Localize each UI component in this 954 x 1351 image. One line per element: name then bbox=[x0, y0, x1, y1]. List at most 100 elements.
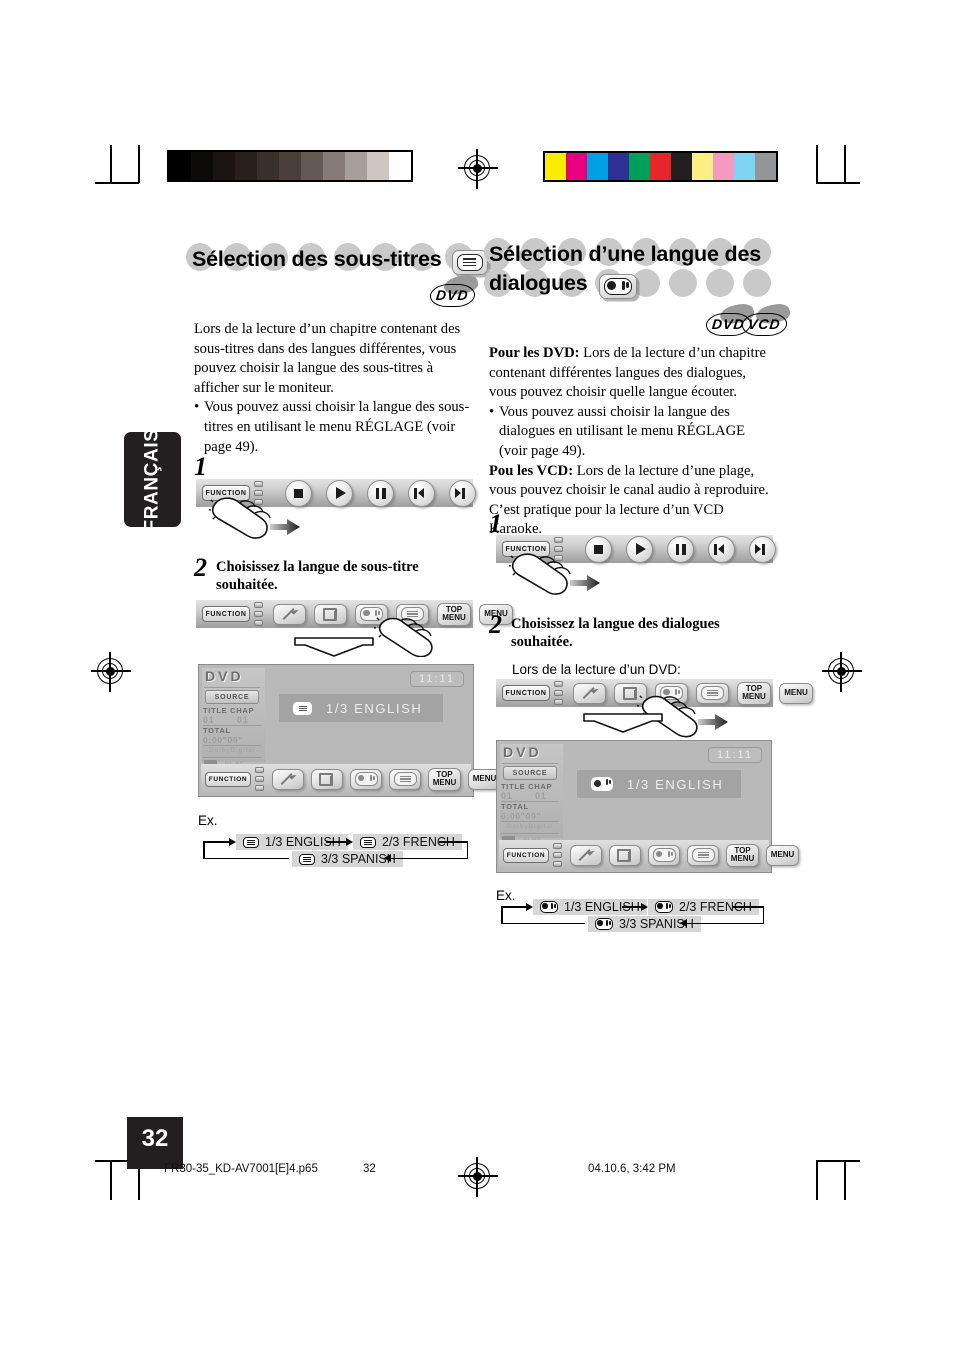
left-example-arrow-2 bbox=[346, 837, 353, 846]
menu-button[interactable]: MENU bbox=[779, 682, 813, 704]
subtitle-icon bbox=[360, 836, 376, 848]
led-indicators bbox=[254, 602, 263, 626]
left-step-2-text: Choisissez la langue de sous-titre souha… bbox=[216, 559, 419, 593]
right-para-0: Pour les DVD: Lors de la lecture d’un ch… bbox=[489, 344, 777, 364]
previous-button[interactable] bbox=[708, 535, 735, 563]
right-screen-dolby-label: DolbyDigital bbox=[507, 823, 554, 830]
play-button[interactable] bbox=[326, 479, 353, 507]
grayscale-calibration-bar bbox=[167, 150, 413, 182]
angle-button[interactable] bbox=[314, 603, 347, 625]
left-example-label: Ex. bbox=[198, 813, 218, 828]
left-screen-title-value: 01 bbox=[203, 715, 215, 725]
crop-mark-tr-v bbox=[816, 145, 818, 183]
led-indicators bbox=[554, 681, 563, 705]
angle-button[interactable] bbox=[311, 768, 343, 790]
right-para-0-rest: Lors de la lecture d’un chapitre bbox=[579, 345, 766, 361]
registration-mark-bottom bbox=[458, 1157, 498, 1197]
right-para2-0: Pou les VCD: Lors de la lecture d’une pl… bbox=[489, 462, 777, 482]
left-step-1-number: 1 bbox=[194, 452, 207, 481]
zoom-button[interactable] bbox=[570, 844, 602, 866]
page-number-box: 32 bbox=[127, 1117, 183, 1169]
led-indicators bbox=[553, 843, 562, 867]
right-screen-total-value: 0:00"09" bbox=[501, 811, 542, 821]
left-heading: Sélection des sous-titres bbox=[192, 247, 488, 275]
stop-icon bbox=[594, 544, 603, 554]
left-screen-osd: 1/3 ENGLISH bbox=[279, 694, 443, 722]
right-para2-0-lead: Pou les VCD: bbox=[489, 462, 574, 479]
color-swatch bbox=[566, 153, 587, 180]
zoom-button[interactable] bbox=[573, 682, 606, 704]
right-screen-source-button[interactable]: SOURCE bbox=[503, 766, 557, 780]
right-screen-bottom-bar: FUNCTION TOP MENU MENU bbox=[499, 840, 799, 870]
function-button[interactable]: FUNCTION bbox=[205, 771, 251, 787]
crop-mark-tl-v2 bbox=[138, 145, 140, 183]
left-step-2-number: 2 bbox=[194, 553, 207, 582]
angle-icon bbox=[617, 848, 633, 862]
registration-mark-top bbox=[458, 149, 498, 189]
left-screen-title-chap-label: TITLE CHAP bbox=[203, 706, 255, 715]
subtitle-icon bbox=[451, 249, 488, 275]
pause-button[interactable] bbox=[367, 479, 394, 507]
play-icon bbox=[636, 543, 646, 555]
audio-icon bbox=[598, 273, 637, 299]
function-button[interactable]: FUNCTION bbox=[503, 847, 549, 863]
left-intro-line-0: Lors de la lecture d’un chapitre contena… bbox=[194, 321, 461, 337]
top-menu-label-line2: MENU bbox=[742, 692, 766, 701]
audio-icon bbox=[655, 901, 673, 913]
right-example-line-1 bbox=[502, 906, 526, 908]
top-menu-label-line2: MENU bbox=[432, 778, 457, 787]
crop-mark-tr-v2 bbox=[844, 145, 846, 183]
zoom-button[interactable] bbox=[273, 603, 306, 625]
function-button[interactable]: FUNCTION bbox=[502, 685, 550, 701]
color-calibration-bar bbox=[543, 151, 778, 182]
menu-button[interactable]: MENU bbox=[766, 844, 799, 866]
function-button[interactable]: FUNCTION bbox=[202, 606, 250, 622]
left-screen-total-value: 0:00"09" bbox=[203, 735, 244, 745]
right-screen-chap-value: 01 bbox=[535, 791, 547, 801]
grayscale-swatch bbox=[301, 152, 323, 180]
right-bullet-marker: • bbox=[489, 403, 495, 420]
zoom-arrow-icon bbox=[281, 772, 295, 786]
right-para-2: vous pouvez choisir quelle langue écoute… bbox=[489, 384, 738, 401]
top-menu-button[interactable]: TOP MENU bbox=[726, 843, 759, 867]
audio-icon bbox=[652, 848, 676, 862]
subtitle-icon bbox=[393, 772, 417, 786]
next-button[interactable] bbox=[449, 479, 476, 507]
subtitle-button[interactable] bbox=[687, 844, 719, 866]
pause-icon bbox=[675, 543, 686, 555]
left-example-line-6 bbox=[203, 841, 205, 858]
previous-button[interactable] bbox=[408, 479, 435, 507]
footer-timestamp: 04.10.6, 3:42 PM bbox=[588, 1163, 676, 1175]
audio-button[interactable] bbox=[350, 768, 382, 790]
right-heading-line2: dialogues bbox=[489, 271, 588, 295]
right-para2-0-rest: Lors de la lecture d’une plage, bbox=[573, 462, 755, 479]
next-button[interactable] bbox=[749, 535, 776, 563]
top-menu-button[interactable]: TOP MENU bbox=[428, 767, 461, 791]
left-screen-bottom-bar: FUNCTION TOP MENU MENU bbox=[201, 764, 501, 794]
right-screen-source-name: DVD bbox=[503, 744, 542, 760]
right-example-label: Ex. bbox=[496, 888, 516, 903]
next-icon bbox=[455, 487, 470, 499]
pause-button[interactable] bbox=[667, 535, 694, 563]
left-screen-source-button[interactable]: SOURCE bbox=[205, 690, 259, 704]
right-control-bar-2: FUNCTION TOP MENU MENU bbox=[496, 679, 813, 707]
audio-button[interactable] bbox=[648, 844, 680, 866]
left-example-line-4 bbox=[466, 841, 469, 858]
right-example-arrow-1 bbox=[526, 902, 533, 911]
audio-icon bbox=[354, 772, 378, 786]
zoom-arrow-icon bbox=[579, 848, 593, 862]
right-example-line-3 bbox=[733, 906, 764, 908]
subtitle-icon bbox=[691, 848, 715, 862]
top-menu-button[interactable]: TOP MENU bbox=[737, 681, 771, 705]
play-button[interactable] bbox=[626, 535, 653, 563]
right-para2-1: vous pouvez choisir le canal audio à rep… bbox=[489, 482, 769, 499]
right-heading-line2-wrap: dialogues bbox=[489, 271, 637, 299]
grayscale-swatch bbox=[191, 152, 213, 180]
color-swatch bbox=[671, 153, 692, 180]
zoom-button[interactable] bbox=[272, 768, 304, 790]
color-swatch bbox=[629, 153, 650, 180]
angle-button[interactable] bbox=[609, 844, 641, 866]
grayscale-swatch bbox=[169, 152, 191, 180]
angle-icon bbox=[319, 772, 335, 786]
subtitle-button[interactable] bbox=[389, 768, 421, 790]
